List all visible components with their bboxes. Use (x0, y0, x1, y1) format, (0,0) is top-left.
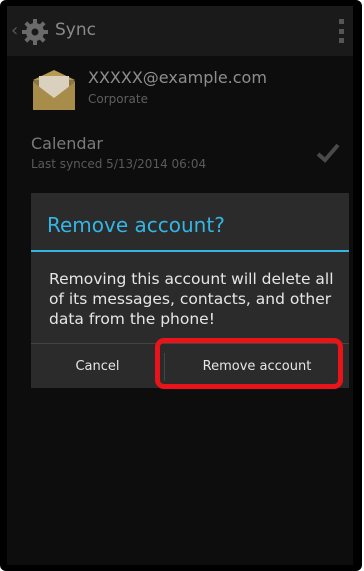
chevron-left-icon[interactable]: ‹ (11, 21, 21, 41)
cancel-button[interactable]: Cancel (31, 344, 164, 389)
account-email: XXXXX@example.com (88, 68, 267, 87)
overflow-menu-icon[interactable] (339, 19, 345, 43)
dialog-title: Remove account? (47, 213, 225, 237)
remove-account-dialog: Remove account? Removing this account wi… (31, 193, 349, 388)
email-envelope-icon (33, 70, 75, 110)
phone-frame: ‹ Sync XXXXX@example.com Corporate Calen… (0, 0, 362, 571)
dialog-title-divider (31, 250, 349, 252)
screen: ‹ Sync XXXXX@example.com Corporate Calen… (7, 6, 353, 565)
gear-icon[interactable] (21, 18, 49, 46)
sync-item-label: Calendar (31, 134, 103, 153)
action-bar: ‹ Sync (7, 6, 353, 56)
sync-item-last-synced: Last synced 5/13/2014 06:04 (31, 157, 207, 171)
page-title: Sync (55, 20, 96, 40)
account-type: Corporate (88, 92, 148, 106)
dialog-message: Removing this account will delete all of… (49, 270, 334, 328)
checkmark-icon[interactable] (315, 142, 341, 164)
dialog-button-bar: Cancel Remove account (31, 343, 349, 389)
remove-account-button[interactable]: Remove account (165, 344, 349, 389)
